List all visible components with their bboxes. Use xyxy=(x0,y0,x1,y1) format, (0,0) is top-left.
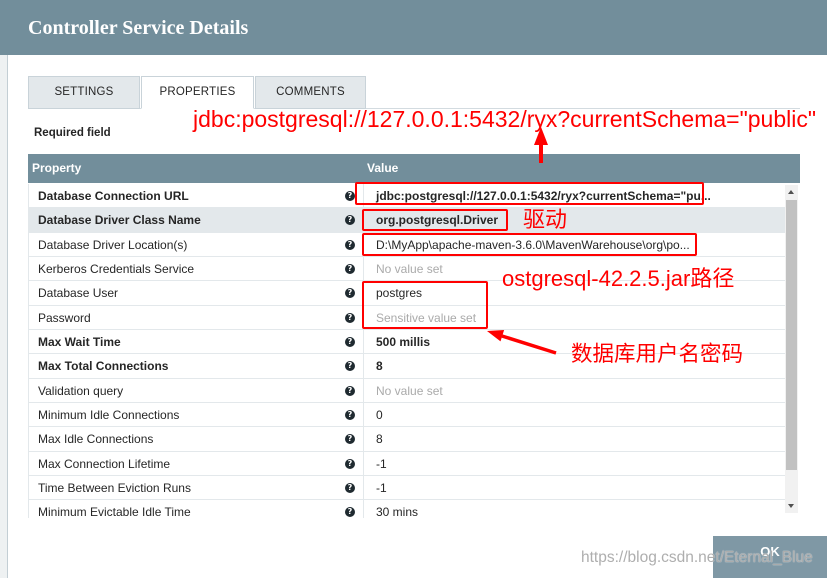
annotation-driver-note: 驱动 xyxy=(523,208,568,233)
property-row[interactable]: Validation query No value set xyxy=(29,378,785,403)
property-name: Minimum Idle Connections xyxy=(38,407,180,422)
help-icon[interactable] xyxy=(345,482,355,493)
property-name: Max Idle Connections xyxy=(38,432,154,447)
dialog-title: Controller Service Details xyxy=(28,17,249,39)
property-name: Kerberos Credentials Service xyxy=(38,261,195,276)
annotation-url-note: jdbc:postgresql://127.0.0.1:5432/ryx?cur… xyxy=(193,106,816,132)
tab-properties[interactable]: PROPERTIES xyxy=(141,76,254,109)
annotation-box-url-value xyxy=(355,182,704,205)
help-icon[interactable] xyxy=(345,361,355,372)
property-value[interactable]: No value set xyxy=(363,378,785,402)
property-name: Database Driver Location(s) xyxy=(38,237,188,252)
help-icon[interactable] xyxy=(345,191,355,201)
tab-comments[interactable]: COMMENTS xyxy=(255,76,366,109)
help-icon[interactable] xyxy=(345,385,355,396)
property-value[interactable]: -1 xyxy=(363,475,785,500)
property-name: Max Connection Lifetime xyxy=(38,456,171,471)
annotation-box-driver-location xyxy=(362,233,697,256)
property-name: Max Total Connections xyxy=(38,359,169,374)
property-name: Password xyxy=(38,310,91,325)
property-value[interactable]: 8 xyxy=(363,427,785,451)
property-name: Database Driver Class Name xyxy=(38,213,201,228)
help-icon[interactable] xyxy=(345,263,355,274)
annotation-jar-path-note: ostgresql-42.2.5.jar路径 xyxy=(502,266,735,291)
table-scrollbar[interactable] xyxy=(785,185,798,513)
property-value[interactable]: 30 mins xyxy=(363,500,785,518)
scroll-up-arrow-icon[interactable] xyxy=(788,190,794,194)
annotation-credentials-note: 数据库用户名密码 xyxy=(571,342,744,367)
annotation-box-credentials xyxy=(362,281,488,329)
help-icon[interactable] xyxy=(345,434,355,445)
help-icon[interactable] xyxy=(345,336,355,347)
property-row[interactable]: Minimum Evictable Idle Time 30 mins xyxy=(29,500,785,518)
help-icon[interactable] xyxy=(345,409,355,420)
property-name: Minimum Evictable Idle Time xyxy=(38,505,191,518)
background-page-strip xyxy=(0,55,8,578)
scrollbar-thumb[interactable] xyxy=(786,200,797,470)
properties-table-header: Property Value xyxy=(28,154,800,183)
property-name: Validation query xyxy=(38,383,124,398)
column-header-value[interactable]: Value xyxy=(367,154,398,183)
property-name: Max Wait Time xyxy=(38,334,121,349)
help-icon[interactable] xyxy=(345,288,355,299)
property-row[interactable]: Time Between Eviction Runs -1 xyxy=(29,475,785,501)
property-value[interactable]: -1 xyxy=(363,451,785,475)
dialog-header: Controller Service Details xyxy=(0,0,827,55)
property-name: Database Connection URL xyxy=(38,189,189,203)
property-name: Database User xyxy=(38,286,119,301)
help-icon[interactable] xyxy=(345,239,355,250)
scroll-down-arrow-icon[interactable] xyxy=(788,504,794,508)
property-value[interactable]: 0 xyxy=(363,402,785,427)
help-icon[interactable] xyxy=(345,215,355,226)
ok-button[interactable]: OK xyxy=(713,536,827,578)
column-header-property[interactable]: Property xyxy=(32,154,81,183)
tab-settings[interactable]: SETTINGS xyxy=(28,76,140,109)
help-icon[interactable] xyxy=(345,507,355,518)
help-icon[interactable] xyxy=(345,312,355,323)
property-name: Time Between Eviction Runs xyxy=(38,480,191,495)
property-row[interactable]: Max Idle Connections 8 xyxy=(29,427,785,452)
required-field-legend: Required field xyxy=(34,127,111,139)
property-row[interactable]: Minimum Idle Connections 0 xyxy=(29,402,785,428)
help-icon[interactable] xyxy=(345,458,355,469)
annotation-box-driver-class xyxy=(362,209,508,231)
property-row[interactable]: Max Connection Lifetime -1 xyxy=(29,451,785,476)
